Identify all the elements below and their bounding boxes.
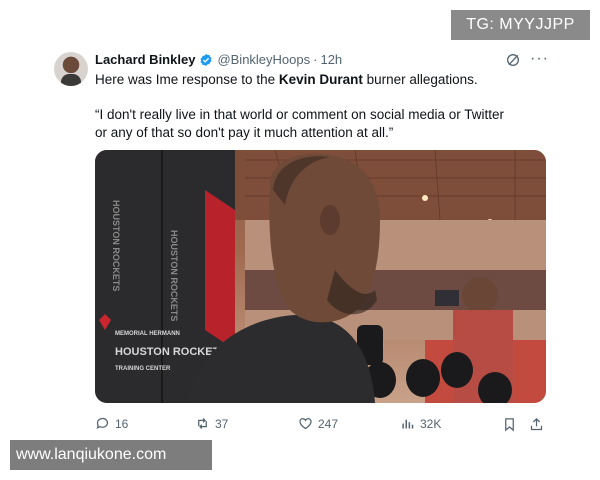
repost-icon <box>198 418 207 429</box>
watermark-bottom: www.lanqiukone.com <box>10 440 212 470</box>
share-icon[interactable] <box>529 417 544 432</box>
heart-icon <box>299 418 312 430</box>
grok-icon[interactable] <box>505 52 521 68</box>
video-frame: HOUSTON ROCKETS HOUSTON ROCKETS MEMORIAL… <box>95 150 546 403</box>
views-icon <box>402 419 414 429</box>
views-count: 32K <box>420 416 442 431</box>
tweet-time[interactable]: 12h <box>320 52 342 67</box>
verified-badge-icon <box>200 53 212 66</box>
banner-text: HOUSTON ROCKETS <box>111 200 121 291</box>
reply-button[interactable]: 16 <box>95 416 128 431</box>
banner-text-2: HOUSTON ROCKETS <box>169 230 179 321</box>
like-count: 247 <box>318 416 339 431</box>
tweet-text-bold: Kevin Durant <box>278 72 363 87</box>
reply-icon <box>96 417 109 430</box>
tweet-quote: “I don't really live in that world or co… <box>95 107 504 140</box>
views-button[interactable]: 32K <box>400 416 441 431</box>
tweet-actions: 16 37 247 32K <box>95 416 546 434</box>
more-options-icon[interactable]: ··· <box>530 50 549 68</box>
banner-line-3: TRAINING CENTER <box>115 366 171 372</box>
tweet-header: Lachard Binkley @BinkleyHoops · 12h <box>95 52 342 67</box>
tweet-card[interactable]: Lachard Binkley @BinkleyHoops · 12h ··· … <box>44 40 558 440</box>
tweet-video[interactable]: HOUSTON ROCKETS HOUSTON ROCKETS MEMORIAL… <box>95 150 546 403</box>
author-name[interactable]: Lachard Binkley <box>95 52 195 67</box>
author-handle[interactable]: @BinkleyHoops <box>217 52 310 67</box>
reply-count: 16 <box>115 416 129 431</box>
like-button[interactable]: 247 <box>298 416 338 431</box>
watermark-top: TG: MYYJJPP <box>451 10 590 40</box>
banner-line-1: MEMORIAL HERMANN <box>115 331 180 337</box>
repost-count: 37 <box>215 416 229 431</box>
repost-button[interactable]: 37 <box>195 416 228 431</box>
bookmark-icon[interactable] <box>502 417 517 432</box>
avatar[interactable] <box>54 52 88 86</box>
tweet-text: Here was Ime response to the Kevin Duran… <box>95 72 478 87</box>
header-separator: · <box>313 52 318 67</box>
